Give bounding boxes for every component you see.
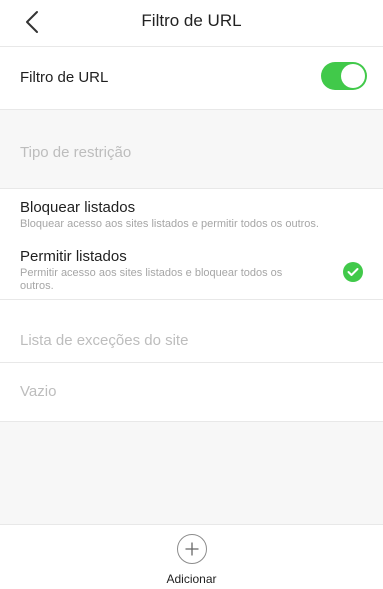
option-allow-listed-description: Permitir acesso aos sites listados e blo… bbox=[20, 267, 283, 292]
plus-icon bbox=[184, 542, 199, 556]
add-button-label: Adicionar bbox=[166, 572, 217, 586]
empty-list-text: Vazio bbox=[20, 383, 57, 400]
header-bar: Filtro de URL bbox=[0, 0, 383, 47]
checkmark-icon bbox=[343, 262, 363, 282]
empty-space bbox=[0, 422, 383, 525]
add-button[interactable] bbox=[176, 534, 207, 564]
option-allow-listed[interactable]: Permitir listados Permitir acesso aos si… bbox=[0, 243, 383, 300]
exceptions-list-label: Lista de exceções do site bbox=[20, 332, 189, 349]
url-filter-toggle-row: Filtro de URL bbox=[0, 47, 383, 110]
option-block-listed-title: Bloquear listados bbox=[20, 199, 136, 216]
footer-bar: Adicionar bbox=[0, 525, 383, 586]
option-block-listed-description: Bloquear acesso aos sites listados e per… bbox=[20, 218, 319, 230]
url-filter-toggle[interactable] bbox=[321, 62, 367, 90]
restriction-type-section-header: Tipo de restrição bbox=[0, 110, 383, 189]
restriction-type-label: Tipo de restrição bbox=[20, 144, 132, 161]
url-filter-screen: Filtro de URL Filtro de URL Tipo de rest… bbox=[0, 0, 383, 589]
option-allow-listed-title: Permitir listados bbox=[20, 248, 127, 265]
exceptions-empty-row: Vazio bbox=[0, 363, 383, 422]
toggle-knob bbox=[341, 64, 365, 88]
url-filter-toggle-label: Filtro de URL bbox=[20, 69, 109, 86]
option-block-listed[interactable]: Bloquear listados Bloquear acesso aos si… bbox=[0, 189, 383, 243]
exceptions-section-header: Lista de exceções do site bbox=[0, 300, 383, 363]
page-title: Filtro de URL bbox=[141, 11, 242, 30]
